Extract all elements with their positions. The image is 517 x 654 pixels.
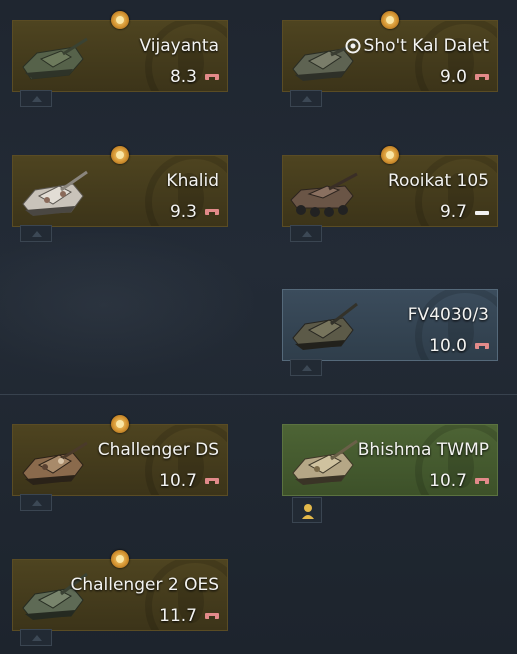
tank-image (292, 439, 358, 485)
vehicle-card-fv4030-3[interactable]: FV4030/3 10.0 (282, 289, 498, 361)
tank-image (292, 302, 358, 350)
vehicle-name: Bhishma TWMP (357, 440, 489, 460)
battle-rating: 10.7 (429, 471, 467, 491)
vehicle-card-shot-kal-dalet[interactable]: Sho't Kal Dalet 9.0 (282, 20, 498, 92)
vehicle-name: Sho't Kal Dalet (345, 36, 489, 56)
vehicle-card-rooikat-105[interactable]: Rooikat 105 9.7 (282, 155, 498, 227)
tank-image (22, 37, 88, 80)
battle-rating: 11.7 (159, 606, 197, 626)
battle-rating: 8.3 (169, 67, 197, 87)
light-vehicle-icon (475, 211, 489, 215)
rank-divider (0, 394, 517, 395)
vehicle-slot-tab[interactable] (290, 90, 322, 107)
vehicle-slot-tab[interactable] (20, 629, 52, 646)
vehicle-card-bhishma-twmp[interactable]: Bhishma TWMP 10.7 (282, 424, 498, 496)
background-haze (0, 230, 260, 380)
premium-icon (111, 550, 129, 568)
vehicle-slot-tab[interactable] (20, 90, 52, 107)
vehicle-name: Challenger DS (97, 440, 219, 460)
premium-icon (111, 11, 129, 29)
vehicle-name: Challenger 2 OES (70, 575, 219, 595)
tank-image (22, 170, 88, 216)
battle-rating: 10.0 (429, 336, 467, 356)
vehicle-name: Khalid (166, 171, 219, 191)
vehicle-card-khalid[interactable]: Khalid 9.3 (12, 155, 228, 227)
vehicle-name: FV4030/3 (407, 305, 489, 325)
vehicle-slot-tab[interactable] (20, 494, 52, 511)
vehicle-name-text: Sho't Kal Dalet (363, 36, 489, 56)
tank-image (22, 441, 88, 485)
vehicle-card-challenger-ds[interactable]: Challenger DS 10.7 (12, 424, 228, 496)
ground-vehicle-icon (475, 478, 489, 484)
vehicle-name: Rooikat 105 (387, 171, 489, 191)
crew-slot[interactable] (292, 497, 322, 523)
ground-vehicle-icon (205, 613, 219, 619)
target-icon (345, 38, 361, 54)
premium-icon (111, 146, 129, 164)
ground-vehicle-icon (205, 74, 219, 80)
premium-icon (111, 415, 129, 433)
vehicle-slot-tab[interactable] (20, 225, 52, 242)
battle-rating: 9.0 (439, 67, 467, 87)
battle-rating: 9.3 (169, 202, 197, 222)
ground-vehicle-icon (475, 74, 489, 80)
vehicle-card-challenger-2-oes[interactable]: Challenger 2 OES 11.7 (12, 559, 228, 631)
tank-image (290, 172, 358, 217)
ground-vehicle-icon (205, 209, 219, 215)
battle-rating: 9.7 (439, 202, 467, 222)
vehicle-slot-tab[interactable] (290, 359, 322, 376)
premium-icon (381, 11, 399, 29)
ground-vehicle-icon (205, 478, 219, 484)
crew-member-icon (302, 504, 314, 519)
battle-rating: 10.7 (159, 471, 197, 491)
vehicle-card-vijayanta[interactable]: Vijayanta 8.3 (12, 20, 228, 92)
ground-vehicle-icon (475, 343, 489, 349)
vehicle-name: Vijayanta (139, 36, 219, 56)
premium-icon (381, 146, 399, 164)
vehicle-slot-tab[interactable] (290, 225, 322, 242)
